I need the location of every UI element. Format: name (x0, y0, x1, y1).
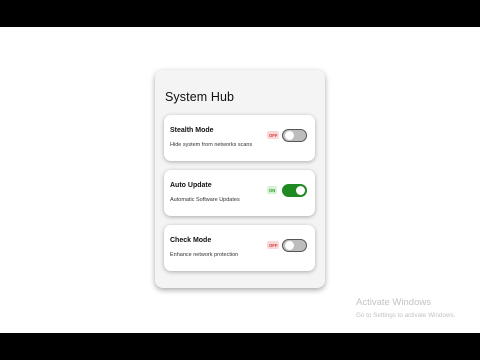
setting-title: Stealth Mode (170, 127, 214, 134)
toggle-knob (284, 131, 294, 140)
activate-windows-title: Activate Windows (356, 297, 431, 308)
check-mode-toggle[interactable] (282, 239, 307, 252)
setting-description: Automatic Software Updates (170, 197, 240, 203)
stealth-mode-toggle[interactable] (282, 129, 307, 142)
activate-windows-subtitle: Go to Settings to activate Windows. (356, 312, 456, 319)
screen: System Hub Stealth Mode Hide system from… (0, 27, 480, 333)
system-hub-card: System Hub Stealth Mode Hide system from… (155, 70, 325, 288)
toggle-knob (295, 186, 305, 195)
setting-title: Auto Update (170, 182, 212, 189)
hub-title: System Hub (165, 90, 235, 104)
toggle-knob (284, 241, 294, 250)
setting-item-auto-update: Auto Update Automatic Software Updates O… (164, 170, 315, 216)
status-badge: OFF (267, 241, 280, 249)
setting-description: Hide system from networks scans (170, 142, 253, 148)
setting-title: Check Mode (170, 237, 212, 244)
setting-item-check-mode: Check Mode Enhance network protection OF… (164, 225, 315, 271)
status-badge: OFF (267, 131, 280, 139)
auto-update-toggle[interactable] (282, 184, 307, 197)
status-badge: ON (267, 186, 278, 194)
setting-description: Enhance network protection (170, 252, 239, 258)
setting-item-stealth-mode: Stealth Mode Hide system from networks s… (164, 115, 315, 161)
